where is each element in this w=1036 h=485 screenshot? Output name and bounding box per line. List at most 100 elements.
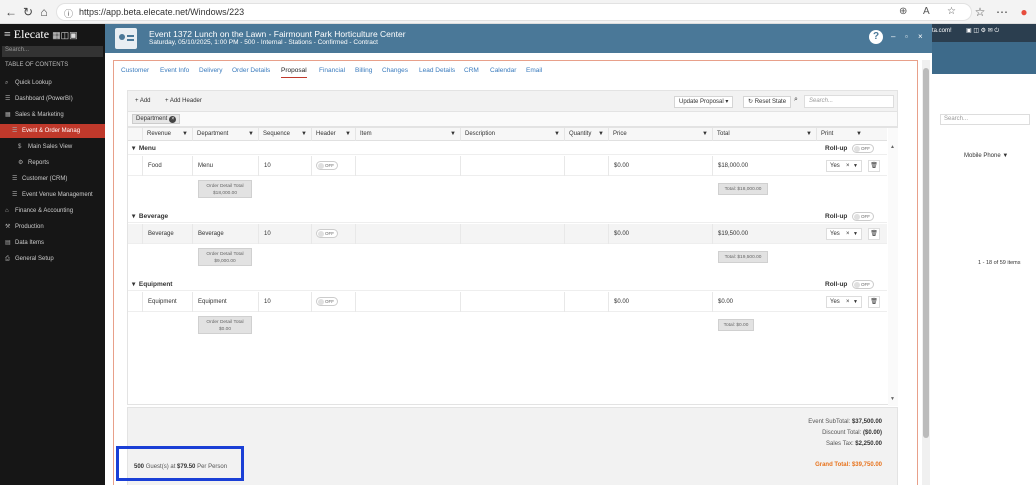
- read-aloud-icon[interactable]: A: [923, 6, 930, 17]
- tab-crm[interactable]: CRM: [464, 67, 479, 74]
- more-menu-icon[interactable]: ⋯: [994, 4, 1010, 20]
- nav-general-setup[interactable]: ⎙ General Setup: [0, 252, 105, 266]
- tab-event-info[interactable]: Event Info: [160, 67, 189, 74]
- group-row-equipment[interactable]: ▾ Equipment Roll-up OFF: [128, 278, 887, 291]
- col-header[interactable]: Header ▼: [311, 128, 355, 141]
- reset-state-button[interactable]: ↻ Reset State: [743, 96, 792, 108]
- collapse-icon: ▾: [132, 145, 136, 152]
- event-subtotal: Event SubTotal: $37,500.00: [808, 419, 882, 425]
- nav-quick-lookup[interactable]: ⌕ Quick Lookup: [0, 76, 105, 90]
- col-item[interactable]: Item ▼: [355, 128, 460, 141]
- col-sequence[interactable]: Sequence ▼: [258, 128, 311, 141]
- clear-icon: ×: [846, 299, 850, 305]
- print-select[interactable]: Yes × ▼: [826, 228, 862, 240]
- delete-row-button[interactable]: 🗑: [868, 296, 880, 308]
- nav-finance[interactable]: ⌂ Finance & Accounting: [0, 204, 105, 218]
- tab-lead-details[interactable]: Lead Details: [419, 67, 455, 74]
- table-row[interactable]: Food Menu 10 OFF $0.00 $18,000.00 Yes × ▼ …: [128, 156, 887, 176]
- reset-icon: ↻: [748, 99, 754, 105]
- minimize-icon[interactable]: –: [891, 32, 895, 41]
- col-total[interactable]: Total ▼: [712, 128, 816, 141]
- print-select[interactable]: Yes × ▼: [826, 296, 862, 308]
- site-info-icon[interactable]: ⓘ: [64, 7, 73, 20]
- group-row-beverage[interactable]: ▾ Beverage Roll-up OFF: [128, 210, 887, 223]
- nav-data-items[interactable]: ▤ Data Items: [0, 236, 105, 250]
- scroll-up-icon[interactable]: ▲: [890, 144, 895, 150]
- tab-delivery[interactable]: Delivery: [199, 67, 222, 74]
- nav-event-venue[interactable]: ☰ Event Venue Management: [0, 188, 105, 202]
- nav-event-order[interactable]: ☰ Event & Order Manag: [0, 124, 105, 138]
- rollup-toggle[interactable]: OFF: [852, 212, 874, 221]
- print-select[interactable]: Yes × ▼: [826, 160, 862, 172]
- close-icon[interactable]: ×: [918, 32, 923, 41]
- sidebar-search-input[interactable]: Search...: [2, 46, 103, 57]
- modal-subtitle: Saturday, 05/10/2025, 1:00 PM - 500 - In…: [149, 39, 378, 46]
- refresh-icon[interactable]: ↻: [20, 4, 36, 20]
- header-toggle[interactable]: OFF: [316, 297, 338, 306]
- nav-reports[interactable]: ⚙ Reports: [0, 156, 105, 170]
- grid-toolbar: + Add + Add Header Update Proposal ▾ ↻ R…: [127, 90, 898, 112]
- col-quantity[interactable]: Quantity ▼: [564, 128, 608, 141]
- grid-search-input[interactable]: Search...: [804, 95, 894, 108]
- delete-row-button[interactable]: 🗑: [868, 228, 880, 240]
- dollar-icon: $: [18, 144, 22, 150]
- address-bar[interactable]: ⓘ https://app.beta.elecate.net/Windows/2…: [56, 3, 972, 21]
- trash-icon: 🗑: [870, 163, 878, 169]
- add-button[interactable]: + Add: [131, 96, 155, 108]
- tab-email[interactable]: Email: [526, 67, 542, 74]
- tab-proposal[interactable]: Proposal: [281, 67, 307, 78]
- grid-scrollbar[interactable]: ▲ ▼: [888, 128, 898, 406]
- nav-main-sales-view[interactable]: $ Main Sales View: [0, 140, 105, 154]
- list-icon: ☰: [12, 128, 18, 134]
- search-icon: ⌕: [5, 80, 9, 86]
- copilot-icon[interactable]: ●: [1016, 4, 1032, 20]
- list-icon: ☰: [5, 96, 11, 102]
- filter-icon: ▼: [856, 131, 862, 137]
- order-detail-total-box: Order Detail Total $18,000.00: [198, 180, 252, 198]
- filter-icon: ▼: [301, 131, 307, 137]
- tab-order-details[interactable]: Order Details: [232, 67, 270, 74]
- rollup-toggle[interactable]: OFF: [852, 280, 874, 289]
- col-print[interactable]: Print ▼: [816, 128, 866, 141]
- tab-customer[interactable]: Customer: [121, 67, 149, 74]
- help-icon[interactable]: ?: [869, 30, 883, 44]
- col-description[interactable]: Description ▼: [460, 128, 564, 141]
- list-icon: ☰: [12, 176, 18, 182]
- nav-customer-crm[interactable]: ☰ Customer (CRM): [0, 172, 105, 186]
- table-row[interactable]: Equipment Equipment 10 OFF $0.00 $0.00 Y…: [128, 292, 887, 312]
- col-price[interactable]: Price ▼: [608, 128, 712, 141]
- scroll-thumb[interactable]: [923, 68, 929, 438]
- report-icon: ⚙: [18, 160, 24, 166]
- table-row[interactable]: Beverage Beverage 10 OFF $0.00 $19,500.0…: [128, 224, 887, 244]
- tab-changes[interactable]: Changes: [382, 67, 408, 74]
- tab-calendar[interactable]: Calendar: [490, 67, 516, 74]
- col-revenue[interactable]: Revenue ▼: [142, 128, 192, 141]
- nav-production[interactable]: ⚒ Production: [0, 220, 105, 234]
- col-department[interactable]: Department ▼: [192, 128, 258, 141]
- remove-group-icon[interactable]: ×: [169, 116, 177, 123]
- header-toggle[interactable]: OFF: [316, 229, 338, 238]
- update-proposal-dropdown[interactable]: Update Proposal ▾: [674, 96, 734, 108]
- toc-heading: TABLE OF CONTENTS: [5, 62, 69, 68]
- favorites-icon[interactable]: ☆: [972, 4, 988, 20]
- group-row-menu[interactable]: ▾ Menu Roll-up OFF: [128, 142, 887, 155]
- tab-financial[interactable]: Financial: [319, 67, 345, 74]
- back-icon[interactable]: ←: [3, 4, 19, 20]
- nav-sales-marketing[interactable]: ▦ Sales & Marketing: [0, 108, 105, 122]
- zoom-icon[interactable]: ⊕: [899, 6, 907, 17]
- url-text: https://app.beta.elecate.net/Windows/223: [79, 7, 245, 17]
- modal-header: Event 1372 Lunch on the Lawn - Fairmount…: [105, 24, 932, 53]
- modal-scrollbar[interactable]: [922, 60, 930, 485]
- nav-dashboard[interactable]: ☰ Dashboard (PowerBI): [0, 92, 105, 106]
- favorite-star-icon[interactable]: ☆: [947, 6, 956, 17]
- delete-row-button[interactable]: 🗑: [868, 160, 880, 172]
- maximize-icon[interactable]: ▫: [905, 32, 908, 41]
- home-icon[interactable]: ⌂: [36, 4, 52, 20]
- rollup-toggle[interactable]: OFF: [852, 144, 874, 153]
- header-toggle[interactable]: OFF: [316, 161, 338, 170]
- background-search[interactable]: Search...: [940, 114, 1030, 125]
- group-chip-department[interactable]: Department ×: [132, 114, 181, 124]
- add-header-button[interactable]: + Add Header: [161, 96, 206, 108]
- tab-billing[interactable]: Billing: [355, 67, 372, 74]
- scroll-down-icon[interactable]: ▼: [890, 396, 895, 402]
